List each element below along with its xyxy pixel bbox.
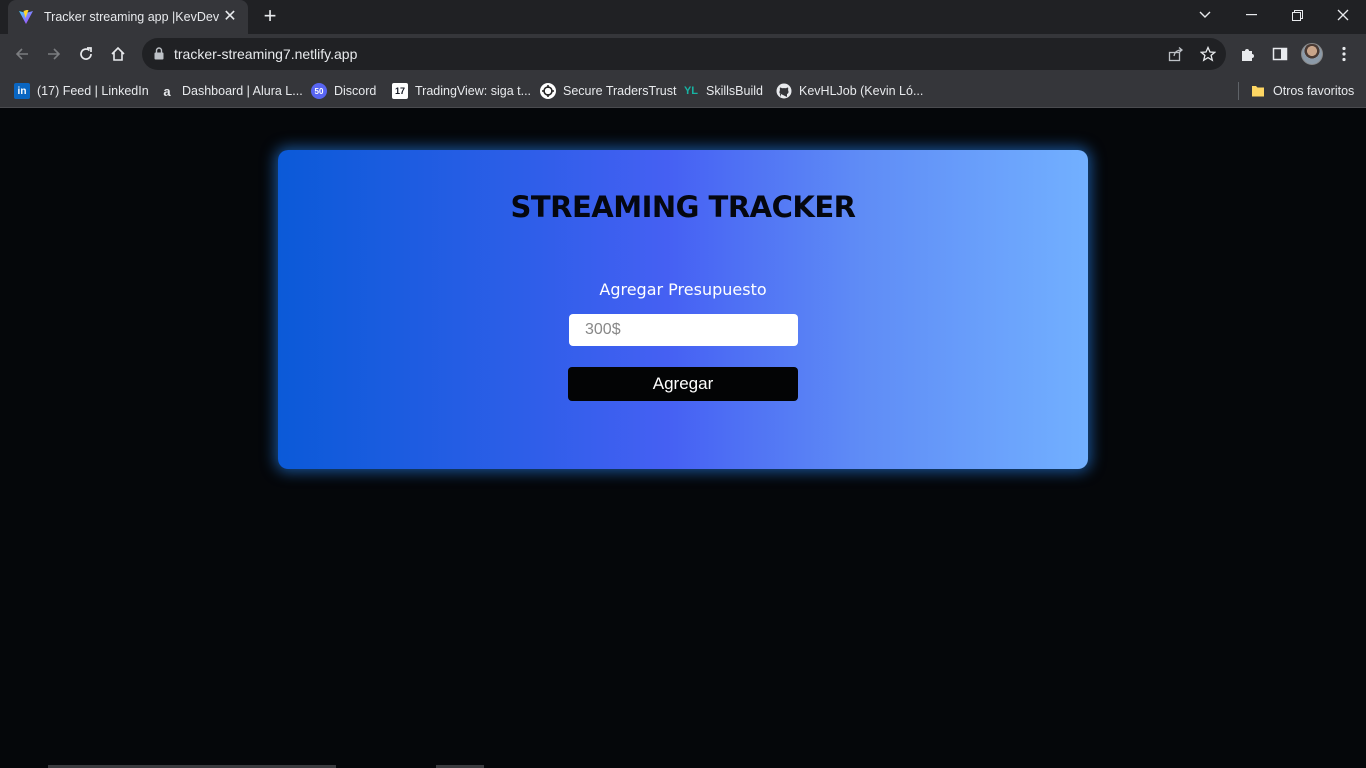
budget-card: STREAMING TRACKER Agregar Presupuesto Ag… bbox=[278, 150, 1088, 469]
bookmark-label: Secure TradersTrust bbox=[563, 84, 677, 98]
bookmark-label: KevHLJob (Kevin Ló... bbox=[799, 84, 924, 98]
bookmarks-bar: in (17) Feed | LinkedIn a Dashboard | Al… bbox=[0, 74, 1366, 108]
bookmark-star-icon[interactable] bbox=[1198, 44, 1218, 64]
bookmark-traderstrust[interactable]: Secure TradersTrust bbox=[540, 82, 676, 100]
lock-icon[interactable] bbox=[154, 47, 164, 65]
linkedin-icon: in bbox=[14, 83, 30, 99]
alura-icon: a bbox=[163, 83, 171, 99]
budget-input[interactable] bbox=[569, 314, 798, 346]
traderstrust-icon bbox=[540, 83, 556, 99]
tab-search-icon[interactable] bbox=[1182, 0, 1228, 30]
profile-avatar[interactable] bbox=[1300, 42, 1324, 66]
share-icon[interactable] bbox=[1166, 44, 1186, 64]
bookmarks-divider bbox=[1238, 82, 1239, 100]
vite-favicon-icon bbox=[18, 9, 34, 25]
tab-close-icon[interactable]: ✕ bbox=[222, 9, 238, 25]
tab-title: Tracker streaming app |KevDev bbox=[44, 10, 220, 24]
restore-icon[interactable] bbox=[1274, 0, 1320, 30]
bookmark-label: Dashboard | Alura L... bbox=[182, 84, 303, 98]
other-bookmarks-folder[interactable]: Otros favoritos bbox=[1250, 82, 1354, 100]
browser-tab[interactable]: Tracker streaming app |KevDev ✕ bbox=[8, 0, 248, 34]
bookmark-label: TradingView: siga t... bbox=[415, 84, 532, 98]
back-arrow-icon[interactable] bbox=[10, 42, 34, 66]
bookmark-alura[interactable]: a Dashboard | Alura L... bbox=[159, 82, 303, 100]
forward-arrow-icon[interactable] bbox=[42, 42, 66, 66]
bookmark-skillsbuild[interactable]: YL SkillsBuild bbox=[683, 82, 763, 100]
bookmark-linkedin[interactable]: in (17) Feed | LinkedIn bbox=[14, 82, 149, 100]
skillsbuild-icon: YL bbox=[683, 85, 699, 97]
bookmark-discord[interactable]: 50 Discord bbox=[311, 82, 376, 100]
bookmark-label: (17) Feed | LinkedIn bbox=[37, 84, 149, 98]
other-bookmarks-label: Otros favoritos bbox=[1273, 84, 1355, 98]
extensions-puzzle-icon[interactable] bbox=[1236, 42, 1260, 66]
close-window-icon[interactable] bbox=[1320, 0, 1366, 30]
tradingview-icon: 17 bbox=[392, 83, 408, 99]
github-icon bbox=[776, 83, 792, 99]
reload-icon[interactable] bbox=[74, 42, 98, 66]
bookmark-label: SkillsBuild bbox=[706, 84, 763, 98]
side-panel-icon[interactable] bbox=[1268, 42, 1292, 66]
url-text: tracker-streaming7.netlify.app bbox=[174, 46, 358, 62]
discord-icon: 50 bbox=[311, 83, 327, 99]
bookmark-label: Discord bbox=[334, 84, 377, 98]
add-budget-button[interactable]: Agregar bbox=[568, 367, 798, 401]
tab-strip: Tracker streaming app |KevDev ✕ + bbox=[0, 0, 1366, 34]
bookmark-tradingview[interactable]: 17 TradingView: siga t... bbox=[392, 82, 531, 100]
address-bar[interactable]: tracker-streaming7.netlify.app bbox=[142, 38, 1226, 70]
menu-kebab-icon[interactable] bbox=[1332, 42, 1356, 66]
home-icon[interactable] bbox=[106, 42, 130, 66]
new-tab-button[interactable]: + bbox=[258, 5, 282, 29]
avatar bbox=[1301, 43, 1323, 65]
minimize-icon[interactable] bbox=[1228, 0, 1274, 30]
folder-icon bbox=[1250, 83, 1266, 99]
browser-toolbar: tracker-streaming7.netlify.app bbox=[0, 34, 1366, 74]
bookmark-github[interactable]: KevHLJob (Kevin Ló... bbox=[776, 82, 923, 100]
budget-label: Agregar Presupuesto bbox=[599, 280, 767, 299]
page-title: STREAMING TRACKER bbox=[510, 190, 856, 224]
